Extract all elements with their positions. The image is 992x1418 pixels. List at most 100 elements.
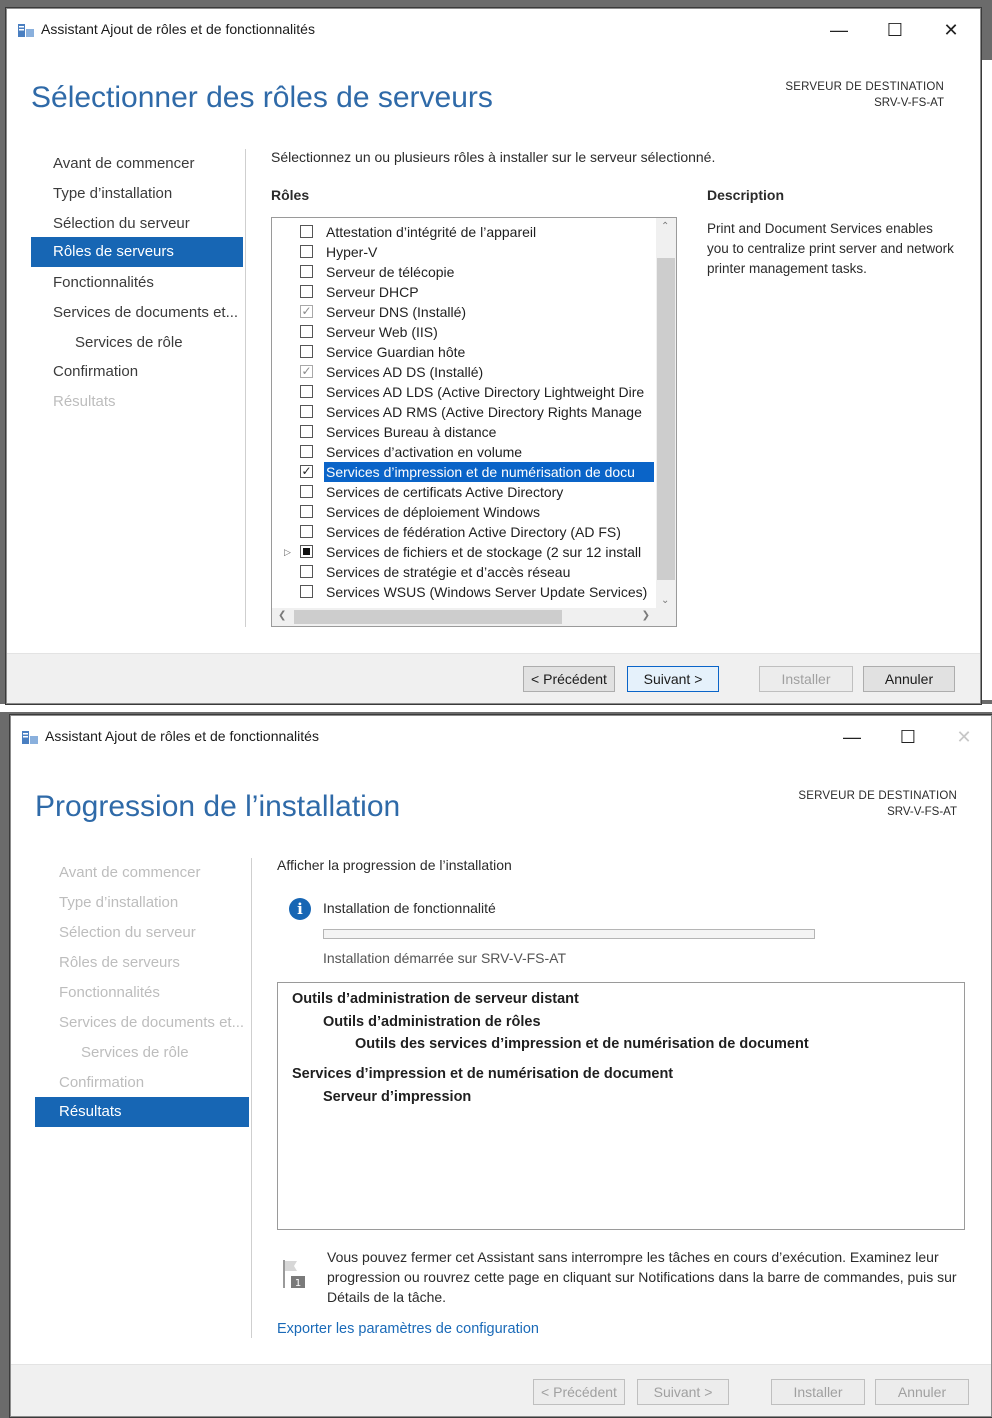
role-row[interactable]: Services de déploiement Windows [272,502,654,522]
nav-item-server-roles[interactable]: Rôles de serveurs [31,237,243,267]
role-checkbox[interactable] [300,525,313,538]
role-checkbox[interactable] [300,425,313,438]
role-checkbox-installed: ✓ [300,364,313,378]
close-button: ✕ [956,727,972,747]
minimize-button[interactable]: — [829,722,875,752]
role-row[interactable]: Services de fédération Active Directory … [272,522,654,542]
results-list[interactable]: Outils d’administration de serveur dista… [277,982,965,1230]
role-checkbox[interactable] [300,285,313,298]
nav-divider [245,149,246,627]
role-row[interactable]: ✓ Services AD DS (Installé) [272,362,654,382]
role-checkbox[interactable] [300,385,313,398]
role-checkbox[interactable] [300,245,313,258]
role-label: Serveur DNS (Installé) [326,304,467,320]
scroll-right-icon[interactable]: ❯ [642,610,650,621]
instruction-text: Afficher la progression de l’installatio… [277,857,512,873]
nav-item-install-type[interactable]: Type d’installation [31,179,243,209]
role-checkbox-partial[interactable] [300,545,313,558]
role-row[interactable]: Attestation d’intégrité de l’appareil [272,222,654,242]
role-label: Services AD RMS (Active Directory Rights… [326,404,642,420]
role-checkbox[interactable] [300,345,313,358]
nav-item-server-selection[interactable]: Sélection du serveur [31,209,243,239]
role-row[interactable]: Services AD RMS (Active Directory Rights… [272,402,654,422]
destination-server-name: SRV-V-FS-AT [887,806,957,818]
role-row-selected[interactable]: ✓ Services d’impression et de numérisatio… [272,462,654,482]
role-row[interactable]: Services Bureau à distance [272,422,654,442]
next-button[interactable]: Suivant > [627,666,719,692]
title-bar[interactable]: Assistant Ajout de rôles et de fonctionn… [11,716,991,758]
vertical-scroll-thumb[interactable] [657,258,675,580]
role-checkbox[interactable] [300,445,313,458]
result-item: Outils d’administration de serveur dista… [292,991,579,1007]
maximize-button[interactable]: ☐ [885,722,931,752]
roles-horizontal-scrollbar[interactable]: ❮ ❯ [272,608,676,626]
status-title: Installation de fonctionnalité [323,900,496,916]
nav-item-document-services[interactable]: Services de documents et... [31,298,243,328]
role-checkbox[interactable] [300,265,313,278]
role-checkbox[interactable] [300,485,313,498]
role-checkbox[interactable] [300,405,313,418]
server-manager-icon [22,731,38,744]
expand-arrow-icon[interactable]: ▷ [284,542,291,562]
role-checkbox[interactable] [300,325,313,338]
nav-item-before-start[interactable]: Avant de commencer [31,149,243,179]
role-row[interactable]: ▷ Services de fichiers et de stockage (2 … [272,542,654,562]
role-row[interactable]: Service Guardian hôte [272,342,654,362]
export-configuration-link[interactable]: Exporter les paramètres de configuration [277,1321,539,1337]
role-row[interactable]: Services WSUS (Windows Server Update Ser… [272,582,654,602]
role-label: Serveur DHCP [326,284,419,300]
nav-item-server-roles: Rôles de serveurs [59,954,180,971]
horizontal-scroll-thumb[interactable] [294,610,562,624]
role-row[interactable]: Services d’activation en volume [272,442,654,462]
roles-heading: Rôles [271,187,310,203]
role-label: Attestation d’intégrité de l’appareil [326,224,537,240]
role-label: Services de fichiers et de stockage (2 s… [326,544,642,560]
role-row[interactable]: Serveur de télécopie [272,262,654,282]
scroll-down-icon[interactable]: ⌄ [661,595,669,606]
nav-item-features: Fonctionnalités [59,984,160,1001]
role-checkbox[interactable] [300,585,313,598]
role-label: Service Guardian hôte [326,344,466,360]
install-progress-bar [323,929,815,939]
cancel-button[interactable]: Annuler [863,666,955,692]
roles-vertical-scrollbar[interactable]: ⌃ ⌄ [656,218,676,608]
scroll-left-icon[interactable]: ❮ [278,610,286,621]
role-label: Services de stratégie et d’accès réseau [326,564,571,580]
role-label: Serveur de télécopie [326,264,455,280]
wizard-window-install-progress: Assistant Ajout de rôles et de fonctionn… [10,715,992,1417]
role-row[interactable]: Hyper-V [272,242,654,262]
cancel-button: Annuler [875,1379,969,1405]
role-row[interactable]: Services AD LDS (Active Directory Lightw… [272,382,654,402]
scroll-up-icon[interactable]: ⌃ [661,221,669,232]
role-row[interactable]: ✓ Serveur DNS (Installé) [272,302,654,322]
wizard-footer: < Précédent Suivant > Installer Annuler [7,653,980,703]
minimize-button[interactable]: — [816,15,862,45]
page-title: Progression de l’installation [35,790,401,823]
nav-item-role-services[interactable]: Services de rôle [31,328,243,358]
role-checkbox[interactable] [300,225,313,238]
roles-list[interactable]: Attestation d’intégrité de l’appareil Hy… [271,217,677,627]
nav-item-role-services: Services de rôle [81,1044,189,1061]
role-row[interactable]: Services de stratégie et d’accès réseau [272,562,654,582]
title-bar[interactable]: Assistant Ajout de rôles et de fonctionn… [7,9,980,51]
notification-flag-icon: 1 [283,1260,305,1289]
maximize-button[interactable]: ☐ [872,15,918,45]
next-button: Suivant > [637,1379,729,1405]
role-label: Services de fédération Active Directory … [326,524,621,540]
nav-item-results: Résultats [53,393,116,410]
close-button[interactable]: ✕ [928,15,974,45]
previous-button[interactable]: < Précédent [523,666,615,692]
role-checkbox-checked[interactable]: ✓ [300,465,313,478]
nav-item-confirmation[interactable]: Confirmation [31,357,243,387]
role-row[interactable]: Serveur Web (IIS) [272,322,654,342]
role-row[interactable]: Services de certificats Active Directory [272,482,654,502]
role-checkbox[interactable] [300,565,313,578]
role-row[interactable]: Serveur DHCP [272,282,654,302]
role-description: Print and Document Services enables you … [707,221,954,276]
nav-item-features[interactable]: Fonctionnalités [31,268,243,298]
nav-item-results[interactable]: Résultats [35,1097,249,1127]
result-item: Outils d’administration de rôles [323,1014,541,1030]
role-checkbox[interactable] [300,505,313,518]
wizard-nav: Avant de commencer Type d’installation S… [31,149,243,429]
nav-item-confirmation: Confirmation [59,1074,145,1091]
